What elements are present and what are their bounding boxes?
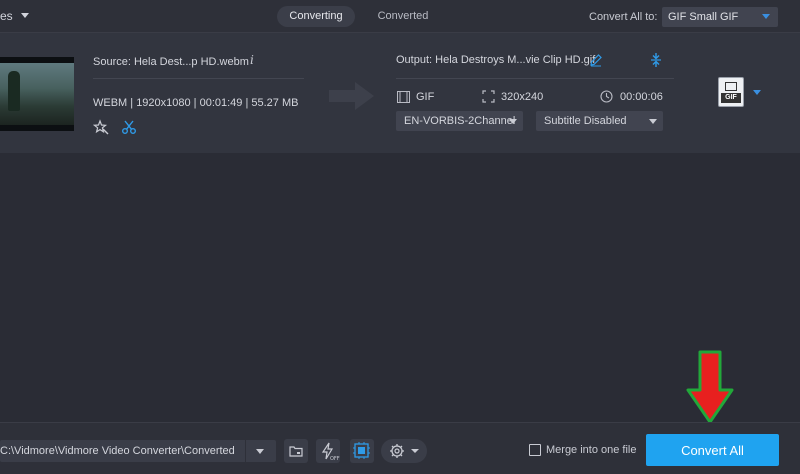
file-item-row: Source: Hela Dest...p HD.webm i WEBM | 1…: [0, 33, 800, 153]
hardware-accel-button[interactable]: OFF: [316, 439, 340, 463]
audio-track-select[interactable]: EN-VORBIS-2Channel: [396, 111, 523, 131]
convert-all-format-value: GIF Small GIF: [668, 11, 739, 23]
top-bar: es Converting Converted Convert All to: …: [0, 0, 800, 33]
tab-converted[interactable]: Converted: [366, 6, 440, 27]
clock-icon: [600, 90, 613, 103]
output-format: GIF: [416, 91, 435, 103]
merge-checkbox[interactable]: [529, 444, 541, 456]
hardware-accel-icon: OFF: [321, 442, 340, 462]
conversion-arrow-icon: [329, 82, 374, 110]
info-icon[interactable]: i: [250, 53, 254, 67]
subtitle-value: Subtitle Disabled: [544, 115, 627, 127]
profile-format-label: GIF: [721, 93, 741, 103]
edit-pencil-icon[interactable]: [589, 53, 603, 67]
merge-label: Merge into one file: [546, 444, 637, 456]
divider: [245, 440, 246, 462]
annotation-arrow-down-icon: [686, 350, 734, 424]
chevron-down-icon: [509, 119, 517, 124]
folder-icon: [289, 446, 303, 457]
output-profile-button[interactable]: GIF: [718, 77, 744, 107]
video-thumbnail[interactable]: [0, 57, 74, 131]
audio-track-value: EN-VORBIS-2Channel: [404, 115, 516, 127]
chevron-down-icon[interactable]: [753, 90, 761, 95]
gpu-icon: [353, 442, 370, 459]
chevron-down-icon: [762, 14, 770, 19]
chevron-down-icon: [649, 119, 657, 124]
open-folder-button[interactable]: [284, 439, 308, 463]
tab-converting[interactable]: Converting: [277, 6, 355, 27]
save-path-value: C:\Vidmore\Vidmore Video Converter\Conve…: [0, 445, 235, 457]
film-icon: [725, 82, 737, 91]
divider: [396, 78, 674, 79]
compress-icon[interactable]: [649, 52, 663, 68]
gear-icon: [390, 444, 419, 458]
convert-all-format-select[interactable]: GIF Small GIF: [662, 7, 778, 27]
source-meta: WEBM | 1920x1080 | 00:01:49 | 55.27 MB: [93, 97, 299, 109]
bottom-bar: C:\Vidmore\Vidmore Video Converter\Conve…: [0, 422, 800, 474]
gpu-accel-button[interactable]: [350, 439, 374, 463]
add-files-label[interactable]: es: [0, 9, 13, 23]
resize-icon: [482, 90, 495, 103]
scissors-icon[interactable]: [121, 119, 137, 135]
svg-text:OFF: OFF: [330, 456, 340, 462]
thumbnail-figure: [8, 71, 20, 111]
save-path-select[interactable]: C:\Vidmore\Vidmore Video Converter\Conve…: [0, 440, 276, 462]
subtitle-select[interactable]: Subtitle Disabled: [536, 111, 663, 131]
output-duration: 00:00:06: [620, 91, 663, 103]
source-filename: Source: Hela Dest...p HD.webm: [93, 56, 249, 68]
output-filename: Output: Hela Destroys M...vie Clip HD.gi…: [396, 54, 596, 66]
film-icon: [397, 91, 410, 103]
divider: [93, 78, 304, 79]
output-resolution: 320x240: [501, 91, 544, 103]
magic-star-icon[interactable]: [93, 119, 109, 135]
add-files-dropdown-caret[interactable]: [21, 13, 29, 18]
convert-all-button[interactable]: Convert All: [646, 434, 779, 466]
convert-all-to-label: Convert All to:: [589, 11, 658, 23]
chevron-down-icon: [256, 449, 264, 454]
settings-button[interactable]: [381, 439, 427, 463]
